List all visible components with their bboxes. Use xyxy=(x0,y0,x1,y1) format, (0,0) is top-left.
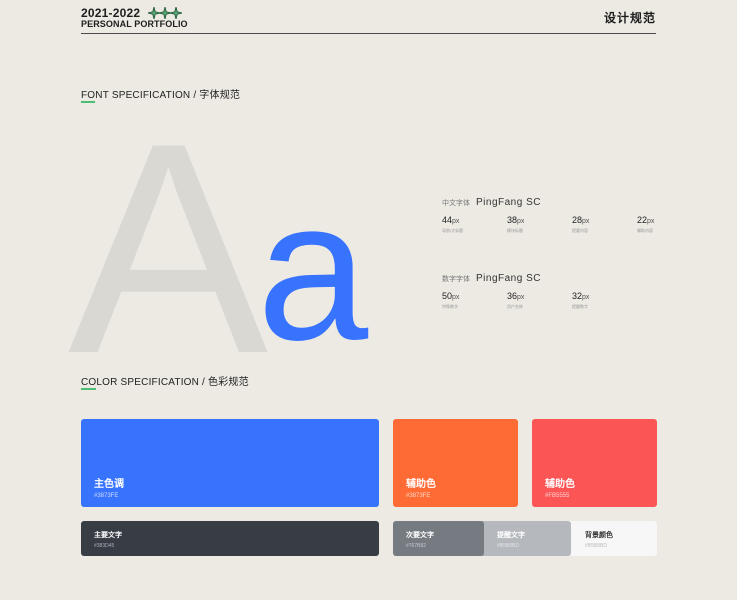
color-name: 辅助色 xyxy=(545,479,575,490)
big-letter-A: A xyxy=(68,80,268,416)
header-divider xyxy=(81,33,656,34)
color-hex: #3873FE xyxy=(94,493,119,499)
color-name: 背景颜色 xyxy=(585,532,613,539)
color-name: 主要文字 xyxy=(94,532,122,539)
text-primary-swatch: 主要文字 #383D45 xyxy=(81,521,379,556)
sparkle-icons xyxy=(147,7,182,19)
color-hex: #B5B8BD xyxy=(497,543,519,549)
big-letter-a: a xyxy=(257,159,369,382)
font-size-spec: 22px 辅助内容 xyxy=(637,215,655,233)
text-secondary-swatch: 次要文字 #767B82 xyxy=(393,521,484,556)
color-hex: #FB5555 xyxy=(545,493,570,499)
header-year: 2021-2022 xyxy=(81,6,182,20)
page-title: 设计规范 xyxy=(603,11,656,25)
color-name: 次要文字 xyxy=(406,532,434,539)
main-color-card: 主色调 #3873FE xyxy=(81,419,379,507)
color-hex: #383D45 xyxy=(94,543,115,549)
color-hex: #3873FE xyxy=(406,493,431,499)
color-name: 提醒文字 xyxy=(497,532,525,539)
font-size-spec: 36px 用户名称 xyxy=(507,291,525,309)
aux-color-card: 辅助色 #3873FE xyxy=(393,419,518,507)
chinese-font-heading: 中文字体 PingFang SC xyxy=(442,197,541,208)
sparkle-icon xyxy=(169,7,182,19)
color-name: 辅助色 xyxy=(406,479,436,490)
color-hex: #B5B8BD xyxy=(585,543,607,549)
font-size-spec: 32px 提醒数字 xyxy=(572,291,590,309)
font-size-spec: 38px 模块标题 xyxy=(507,215,525,233)
color-hex: #767B82 xyxy=(406,543,427,549)
font-size-spec: 28px 提要内容 xyxy=(572,215,590,233)
aux-color-card: 辅助色 #FB5555 xyxy=(532,419,657,507)
header-subtitle: PERSONAL PORTFOLIO xyxy=(81,19,188,29)
text-colors-strip: 提醒文字 #B5B8BD 次要文字 #767B82 背景颜色 #B5B8BD xyxy=(393,521,657,556)
color-section-title: COLOR SPECIFICATION / 色彩规范 xyxy=(81,377,249,388)
number-font-heading: 数字字体 PingFang SC xyxy=(442,273,541,284)
background-swatch: 背景颜色 #B5B8BD xyxy=(585,530,613,549)
font-size-spec: 50px 特殊数字 xyxy=(442,291,460,309)
color-name: 主色调 xyxy=(94,479,124,490)
font-size-spec: 44px 导航/大标题 xyxy=(442,215,464,233)
